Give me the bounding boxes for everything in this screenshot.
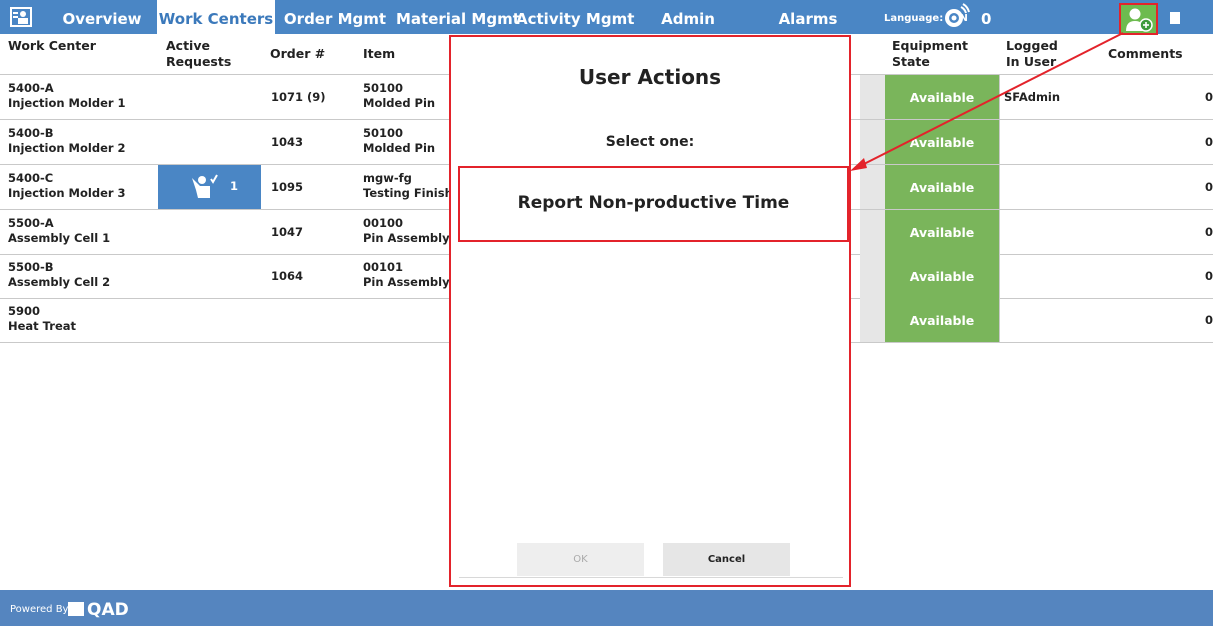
item-code: 50100 [363, 81, 404, 95]
header-logged-in-user: Logged In User [1006, 38, 1058, 69]
order-number: 1043 [271, 135, 304, 149]
work-center-code: 5500-B [8, 260, 54, 274]
add-user-icon [1126, 8, 1153, 32]
user-actions-button[interactable] [1119, 3, 1158, 35]
equipment-state-badge: Available [885, 254, 999, 298]
alarm-icon[interactable] [940, 3, 970, 31]
work-center-name: Heat Treat [8, 319, 76, 333]
cancel-button[interactable]: Cancel [663, 543, 790, 576]
equipment-state-badge: Available [885, 75, 999, 119]
work-center-code: 5500-A [8, 216, 54, 230]
order-number: 1095 [271, 180, 304, 194]
work-center-code: 5400-C [8, 171, 54, 185]
work-center-menu-icon[interactable] [10, 6, 32, 28]
tab-admin[interactable]: Admin [648, 0, 728, 34]
comments-count[interactable]: 0 [1205, 268, 1213, 284]
order-number: 1071 (9) [271, 90, 326, 104]
table-row-right[interactable]: Available 0 [860, 165, 1213, 210]
work-center-name: Assembly Cell 1 [8, 231, 111, 245]
equipment-state-badge: Available [885, 120, 999, 164]
header-active-requests: Active Requests [166, 38, 232, 69]
row-status-strip [860, 210, 885, 254]
row-status-strip [860, 75, 885, 119]
language-label: Language: [884, 13, 944, 24]
alarm-count: 0 [981, 10, 992, 28]
tab-work-centers[interactable]: Work Centers [157, 0, 275, 34]
report-non-productive-time-option[interactable]: Report Non-productive Time [458, 166, 849, 242]
column-divider [999, 165, 1000, 209]
equipment-state-badge: Available [885, 298, 999, 342]
header-item: Item [363, 46, 396, 61]
column-divider [999, 210, 1000, 254]
order-number: 1047 [271, 225, 304, 239]
work-center-name: Injection Molder 2 [8, 141, 126, 155]
row-status-strip [860, 165, 885, 209]
comments-count[interactable]: 0 [1205, 89, 1213, 105]
active-request-badge[interactable]: 1 [158, 165, 261, 209]
tab-alarms[interactable]: Alarms [768, 0, 848, 34]
header-equipment-state: Equipment State [892, 38, 968, 69]
work-center-name: Injection Molder 1 [8, 96, 126, 110]
item-code: mgw-fg [363, 171, 412, 185]
table-row-right[interactable]: Available 0 [860, 254, 1213, 299]
comments-count[interactable]: 0 [1205, 224, 1213, 240]
header-order: Order # [270, 46, 326, 61]
work-center-name: Assembly Cell 2 [8, 275, 111, 289]
item-name: Molded Pin [363, 141, 436, 155]
ok-button[interactable]: OK [517, 543, 644, 576]
dialog-footer-divider [459, 577, 843, 578]
top-nav-bar: Overview Work Centers Order Mgmt Materia… [0, 0, 1213, 65]
footer-bar: Powered By QAD [0, 590, 1213, 626]
row-status-strip [860, 298, 885, 342]
column-divider [999, 298, 1000, 342]
table-row-right[interactable]: Available 0 [860, 210, 1213, 255]
tab-activity-mgmt[interactable]: Activity Mgmt [516, 0, 634, 34]
work-center-name: Injection Molder 3 [8, 186, 126, 200]
tab-material-mgmt[interactable]: Material Mgmt [396, 0, 520, 34]
item-code: 00100 [363, 216, 404, 230]
footer-qad-logo: QAD [68, 600, 129, 620]
work-center-code: 5400-A [8, 81, 54, 95]
dialog-subtitle: Select one: [605, 134, 695, 150]
dialog-title: User Actions [578, 65, 722, 89]
item-code: 00101 [363, 260, 404, 274]
row-status-strip [860, 120, 885, 164]
item-name: Pin Assembly - [363, 231, 459, 245]
comments-count[interactable]: 0 [1205, 312, 1213, 328]
raised-hand-icon [192, 174, 218, 198]
user-actions-dialog: User Actions Select one: Report Non-prod… [449, 35, 851, 587]
table-row-right[interactable]: Available 0 [860, 298, 1213, 343]
tab-overview[interactable]: Overview [48, 0, 156, 34]
equipment-state-badge: Available [885, 165, 999, 209]
logged-in-user: SFAdmin [1004, 90, 1061, 104]
table-row-right[interactable]: Available SFAdmin 0 [860, 75, 1213, 120]
table-row-right[interactable]: Available 0 [860, 120, 1213, 165]
comments-count[interactable]: 0 [1205, 179, 1213, 195]
item-name: Molded Pin [363, 96, 436, 110]
item-name: Testing Finishe [363, 186, 461, 200]
column-divider [999, 75, 1000, 119]
row-status-strip [860, 254, 885, 298]
tab-order-mgmt[interactable]: Order Mgmt [279, 0, 391, 34]
item-name: Pin Assembly - [363, 275, 459, 289]
item-code: 50100 [363, 126, 404, 140]
work-center-code: 5900 [8, 304, 41, 318]
powered-by-text: Powered By [10, 604, 69, 615]
order-number: 1064 [271, 269, 304, 283]
active-request-count: 1 [230, 179, 239, 193]
qad-logo: QAD [1170, 0, 1213, 65]
comments-count[interactable]: 0 [1205, 134, 1213, 150]
column-divider [999, 254, 1000, 298]
header-work-center: Work Center [8, 38, 96, 53]
column-divider [999, 120, 1000, 164]
header-comments: Comments [1108, 46, 1183, 61]
equipment-state-badge: Available [885, 210, 999, 254]
work-center-code: 5400-B [8, 126, 54, 140]
